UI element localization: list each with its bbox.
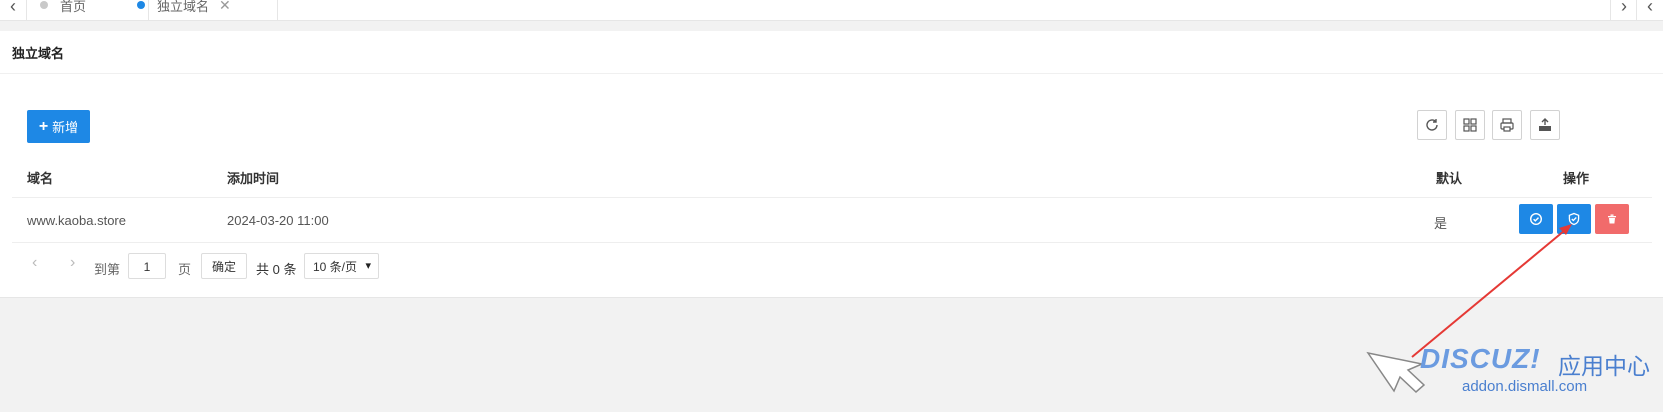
pager-confirm-button[interactable]: 确定 bbox=[201, 253, 247, 279]
tab-dot-icon bbox=[40, 1, 48, 9]
chevron-left-icon[interactable]: ‹ bbox=[32, 254, 37, 272]
pager-page-unit: 页 bbox=[178, 262, 192, 277]
page-title: 独立域名 bbox=[12, 46, 65, 61]
watermark: DISCUZ! 应用中心 addon.dismall.com bbox=[1360, 337, 1660, 409]
export-button[interactable] bbox=[1530, 110, 1560, 140]
header-added-time: 添加时间 bbox=[227, 171, 280, 186]
watermark-url: addon.dismall.com bbox=[1462, 378, 1588, 395]
check-circle-icon bbox=[1529, 212, 1543, 226]
row-divider bbox=[12, 242, 1652, 243]
tab-current-label: 独立域名 bbox=[157, 0, 210, 14]
add-button[interactable]: + 新增 bbox=[27, 110, 90, 143]
main-panel: 独立域名 + 新增 域名 添加时间 默认 操作 www.kaoba.store … bbox=[0, 31, 1663, 298]
print-button[interactable] bbox=[1492, 110, 1522, 140]
set-default-button[interactable] bbox=[1519, 204, 1553, 234]
chevron-right-icon[interactable]: › bbox=[70, 254, 75, 272]
page-size-select[interactable]: 10 条/页 ▾ bbox=[304, 253, 379, 279]
tab-strip: ‹ 首页 独立域名 ✕ › ‹ bbox=[0, 0, 1663, 21]
chevron-down-icon: ▾ bbox=[365, 260, 371, 272]
verify-button[interactable] bbox=[1557, 204, 1591, 234]
tab-home-label: 首页 bbox=[60, 0, 87, 14]
cell-domain: www.kaoba.store bbox=[27, 213, 126, 228]
cell-added-time: 2024-03-20 11:00 bbox=[227, 213, 329, 228]
print-icon bbox=[1500, 118, 1514, 132]
trash-icon bbox=[1608, 214, 1616, 224]
add-button-label: 新增 bbox=[52, 120, 79, 135]
tab-active-dot-icon bbox=[137, 1, 145, 9]
delete-button[interactable] bbox=[1595, 204, 1629, 234]
page-number-input[interactable]: 1 bbox=[128, 253, 166, 279]
watermark-cn-text: 应用中心 bbox=[1558, 353, 1650, 379]
tab-current[interactable]: 独立域名 ✕ bbox=[123, 0, 278, 20]
pager-goto-label: 到第 bbox=[94, 262, 121, 277]
page-size-value: 10 条/页 bbox=[313, 259, 358, 274]
plus-icon: + bbox=[38, 117, 49, 135]
header-default: 默认 bbox=[1436, 171, 1463, 186]
columns-grid-icon bbox=[1463, 118, 1477, 132]
watermark-logo: DISCUZ! bbox=[1420, 343, 1541, 374]
export-icon bbox=[1539, 118, 1551, 131]
close-icon[interactable]: ✕ bbox=[219, 0, 231, 14]
chevron-right-icon[interactable]: › bbox=[1610, 0, 1637, 20]
title-divider bbox=[0, 73, 1663, 74]
header-divider bbox=[12, 197, 1652, 198]
refresh-button[interactable] bbox=[1417, 110, 1447, 140]
cell-default: 是 bbox=[1434, 216, 1448, 231]
chevron-left-icon[interactable]: ‹ bbox=[0, 0, 27, 20]
shield-check-icon bbox=[1568, 212, 1580, 226]
header-domain: 域名 bbox=[27, 171, 54, 186]
refresh-icon bbox=[1426, 119, 1438, 131]
header-actions: 操作 bbox=[1563, 171, 1590, 186]
columns-button[interactable] bbox=[1455, 110, 1485, 140]
chevron-down-icon[interactable]: ‹ bbox=[1636, 0, 1663, 20]
pager-total: 共 0 条 bbox=[256, 262, 297, 277]
